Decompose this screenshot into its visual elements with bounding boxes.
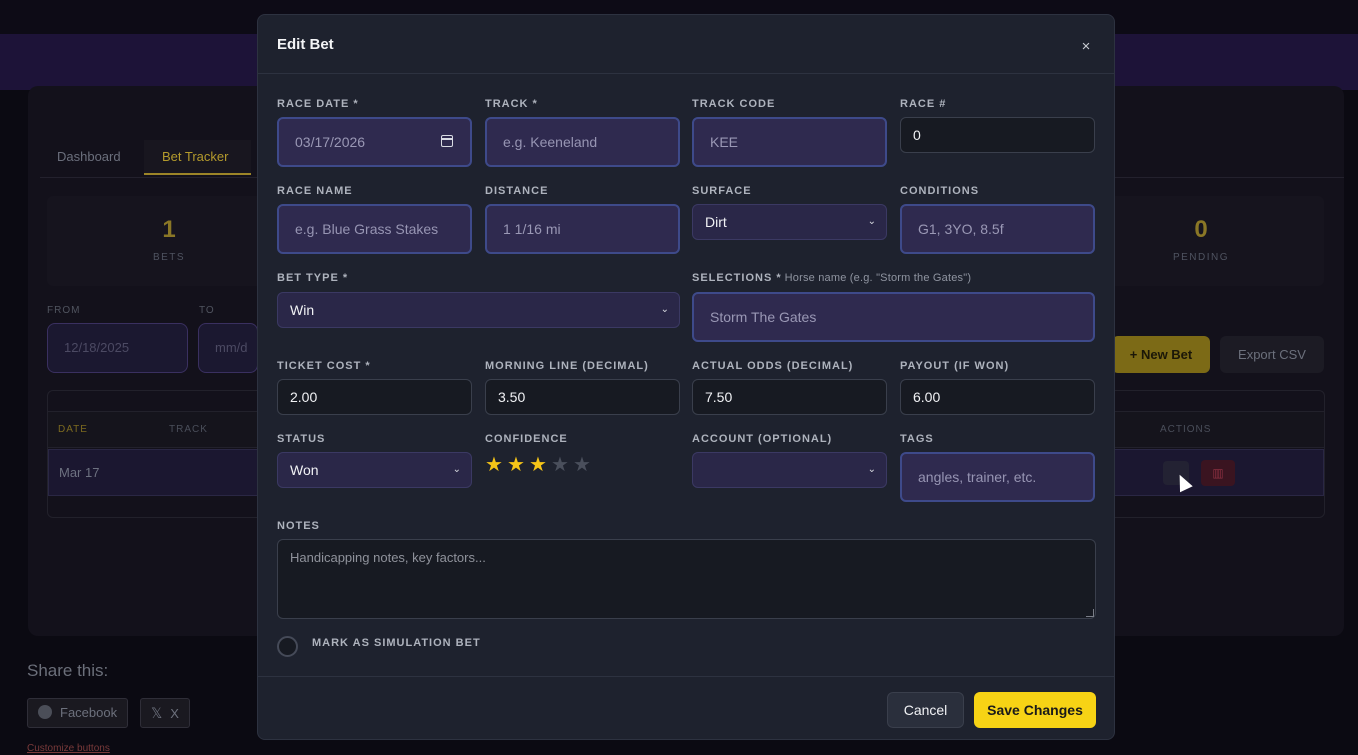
simulation-checkbox[interactable] — [277, 636, 298, 657]
modal-header: Edit Bet × — [258, 15, 1114, 74]
distance-label: DISTANCE — [485, 185, 549, 197]
calendar-icon[interactable] — [441, 135, 453, 147]
chevron-down-icon: ⌄ — [867, 464, 876, 475]
chevron-down-icon: ⌄ — [452, 464, 461, 475]
selections-hint: Horse name (e.g. "Storm the Gates") — [784, 272, 972, 284]
cancel-button[interactable]: Cancel — [887, 692, 964, 728]
star-icon[interactable]: ★ — [529, 452, 551, 477]
conditions-label: CONDITIONS — [900, 185, 980, 197]
confidence-rating: ★ ★ ★ ★ ★ — [485, 452, 595, 476]
selections-label-text: SELECTIONS * — [692, 272, 782, 284]
star-icon[interactable]: ★ — [573, 452, 595, 477]
actual-odds-input[interactable]: 7.50 — [692, 379, 887, 415]
bet-type-label: BET TYPE * — [277, 272, 349, 284]
close-icon[interactable]: × — [1076, 37, 1096, 57]
track-code-label: TRACK CODE — [692, 98, 776, 110]
selections-label: SELECTIONS * Horse name (e.g. "Storm the … — [692, 272, 971, 284]
bet-type-value: Win — [290, 302, 315, 318]
surface-label: SURFACE — [692, 185, 752, 197]
track-code-input[interactable]: KEE — [692, 117, 887, 167]
surface-select[interactable]: Dirt ⌄ — [692, 204, 887, 240]
race-date-label: RACE DATE * — [277, 98, 359, 110]
star-icon[interactable]: ★ — [507, 452, 529, 477]
tags-input[interactable] — [900, 452, 1095, 502]
notes-label: NOTES — [277, 520, 320, 532]
tags-label: TAGS — [900, 433, 934, 445]
star-icon[interactable]: ★ — [551, 452, 573, 477]
ticket-cost-input[interactable]: 2.00 — [277, 379, 472, 415]
status-value: Won — [290, 462, 319, 478]
modal-title: Edit Bet — [277, 36, 334, 53]
distance-input[interactable]: 1 1/16 mi — [485, 204, 680, 254]
account-label: ACCOUNT (OPTIONAL) — [692, 433, 833, 445]
race-name-label: RACE NAME — [277, 185, 353, 197]
simulation-label[interactable]: MARK AS SIMULATION BET — [312, 637, 481, 649]
bet-type-select[interactable]: Win ⌄ — [277, 292, 680, 328]
account-select[interactable]: ⌄ — [692, 452, 887, 488]
track-input[interactable] — [485, 117, 680, 167]
chevron-down-icon: ⌄ — [867, 216, 876, 227]
chevron-down-icon: ⌄ — [660, 304, 669, 315]
race-number-label: RACE # — [900, 98, 947, 110]
actual-odds-label: ACTUAL ODDS (DECIMAL) — [692, 360, 854, 372]
race-date-value: 03/17/2026 — [295, 134, 366, 150]
ticket-cost-label: TICKET COST * — [277, 360, 371, 372]
conditions-input[interactable]: G1, 3YO, 8.5f — [900, 204, 1095, 254]
modal-footer: Cancel Save Changes — [258, 676, 1114, 739]
star-icon[interactable]: ★ — [485, 452, 507, 477]
edit-bet-modal: Edit Bet × RACE DATE * 03/17/2026 TRACK … — [257, 14, 1115, 740]
save-changes-button[interactable]: Save Changes — [974, 692, 1096, 728]
resize-handle-icon[interactable] — [1086, 609, 1094, 617]
payout-input[interactable]: 6.00 — [900, 379, 1095, 415]
race-name-input[interactable] — [277, 204, 472, 254]
notes-textarea[interactable] — [277, 539, 1096, 619]
morning-line-label: MORNING LINE (DECIMAL) — [485, 360, 649, 372]
selections-input[interactable]: Storm The Gates — [692, 292, 1095, 342]
surface-value: Dirt — [705, 214, 727, 230]
status-select[interactable]: Won ⌄ — [277, 452, 472, 488]
status-label: STATUS — [277, 433, 326, 445]
race-date-input[interactable]: 03/17/2026 — [277, 117, 472, 167]
track-label: TRACK * — [485, 98, 538, 110]
payout-label: PAYOUT (IF WON) — [900, 360, 1010, 372]
morning-line-input[interactable]: 3.50 — [485, 379, 680, 415]
race-number-input[interactable]: 0 — [900, 117, 1095, 153]
confidence-label: CONFIDENCE — [485, 433, 568, 445]
